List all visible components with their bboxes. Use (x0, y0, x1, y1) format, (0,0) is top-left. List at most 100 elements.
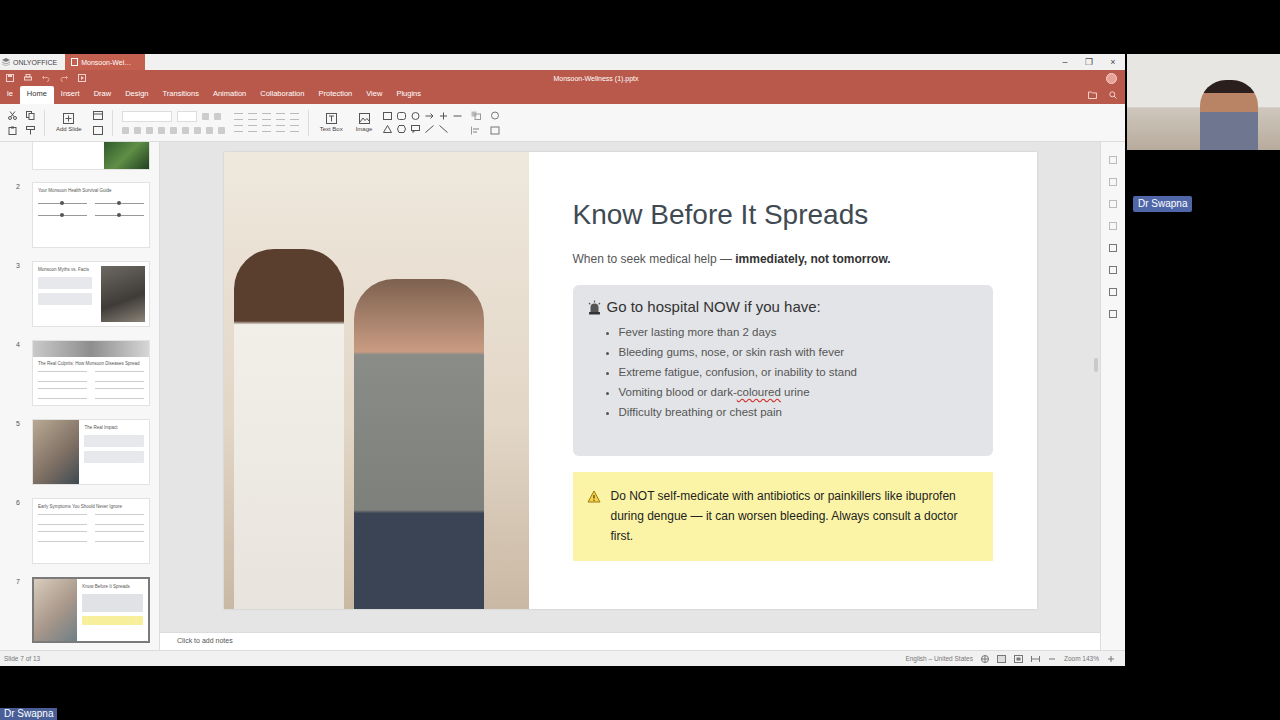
app-tab[interactable]: ONLYOFFICE (0, 54, 65, 70)
paste-icon[interactable] (8, 126, 17, 135)
menu-tab[interactable]: Protection (311, 86, 359, 104)
copy-style-icon[interactable] (26, 126, 35, 135)
settings-icon[interactable] (1109, 222, 1117, 230)
list-icon[interactable] (276, 113, 285, 120)
open-location-icon[interactable] (1088, 91, 1097, 99)
format-icon[interactable] (122, 127, 129, 134)
app-tab[interactable]: Monsoon-Wel… (65, 54, 145, 70)
menu-tab[interactable]: View (359, 86, 389, 104)
format-icon[interactable] (182, 127, 189, 134)
hexagon-shape-icon[interactable] (397, 125, 406, 133)
slide-thumbnail[interactable]: Know Before It Spreads (32, 577, 150, 643)
layout-icon[interactable] (93, 111, 103, 120)
list-icon[interactable] (234, 113, 243, 120)
window-control[interactable]: × (1101, 54, 1125, 70)
slide-thumbnail[interactable]: Your Monsoon Health Survival Guide (32, 182, 150, 248)
slash-shape-icon[interactable] (425, 125, 434, 133)
slide-thumbnail[interactable]: The Real Impact (32, 419, 150, 485)
zoom-in-icon[interactable] (1107, 655, 1115, 663)
fit-slide-icon[interactable] (1014, 655, 1023, 663)
menu-tab[interactable]: Insert (54, 86, 87, 104)
rectangle-shape-icon[interactable] (383, 112, 392, 120)
menu-tab[interactable]: Transitions (156, 86, 206, 104)
user-avatar-icon[interactable] (1106, 73, 1117, 84)
circle-shape-icon[interactable] (411, 112, 420, 120)
print-icon[interactable] (24, 74, 32, 82)
font-name-field[interactable] (122, 111, 172, 122)
list-icon[interactable] (262, 113, 271, 120)
slide-title[interactable]: Know Before It Spreads (573, 199, 993, 231)
format-icon[interactable] (206, 127, 213, 134)
font-size-field[interactable] (177, 111, 197, 122)
format-icon[interactable] (158, 127, 165, 134)
align-shape-icon[interactable] (471, 126, 481, 135)
menu-tab[interactable]: le (0, 86, 20, 104)
align-icon[interactable] (276, 125, 285, 132)
settings-icon[interactable] (1109, 266, 1117, 274)
menu-tab[interactable]: Collaboration (253, 86, 311, 104)
format-icon[interactable] (170, 127, 177, 134)
plus-shape-icon[interactable] (439, 112, 448, 120)
shrink-font-icon[interactable] (214, 113, 221, 120)
theme-icon[interactable] (490, 111, 500, 120)
arrow-shape-icon[interactable] (425, 112, 434, 120)
format-icon[interactable] (218, 127, 225, 134)
window-control[interactable]: ❐ (1077, 54, 1101, 70)
globe-icon[interactable] (981, 655, 989, 663)
color-scheme-icon[interactable] (490, 126, 500, 135)
settings-icon[interactable] (1109, 200, 1117, 208)
slide-thumbnail[interactable]: The Real Culprits: How Monsoon Diseases … (32, 340, 150, 406)
reset-slide-icon[interactable] (93, 126, 103, 135)
add-slide-button[interactable]: Add Slide (54, 113, 84, 133)
cut-icon[interactable] (8, 111, 17, 120)
callout-shape-icon[interactable] (411, 125, 420, 133)
align-icon[interactable] (248, 125, 257, 132)
vertical-scrollbar[interactable] (1094, 358, 1098, 372)
language-indicator[interactable]: English – United States (905, 655, 973, 662)
format-icon[interactable] (134, 127, 141, 134)
settings-icon[interactable] (1109, 310, 1117, 318)
menu-tab[interactable]: Home (20, 86, 54, 104)
menu-tab[interactable]: Design (118, 86, 155, 104)
grow-font-icon[interactable] (202, 113, 209, 120)
menu-tab[interactable]: Draw (87, 86, 119, 104)
rounded-shape-icon[interactable] (397, 112, 406, 120)
hospital-alert-box[interactable]: Go to hospital NOW if you have:Fever las… (573, 285, 993, 456)
zoom-out-icon[interactable] (1048, 655, 1056, 663)
copy-icon[interactable] (26, 111, 35, 120)
menu-tab[interactable]: Plugins (389, 86, 428, 104)
settings-icon[interactable] (1109, 156, 1117, 164)
settings-icon[interactable] (1109, 288, 1117, 296)
format-icon[interactable] (146, 127, 153, 134)
warning-box[interactable]: Do NOT self-medicate with antibiotics or… (573, 472, 993, 561)
settings-icon[interactable] (1109, 178, 1117, 186)
list-icon[interactable] (290, 113, 299, 120)
window-control[interactable]: – (1053, 54, 1077, 70)
redo-icon[interactable] (60, 74, 68, 82)
triangle-shape-icon[interactable] (383, 125, 392, 133)
align-icon[interactable] (262, 125, 271, 132)
list-icon[interactable] (248, 113, 257, 120)
slide-thumbnail[interactable]: Monsoon Myths vs. Facts (32, 261, 150, 327)
align-icon[interactable] (290, 125, 299, 132)
fit-width-icon[interactable] (1031, 655, 1040, 663)
undo-icon[interactable] (42, 74, 50, 82)
format-icon[interactable] (194, 127, 201, 134)
text-box-button[interactable]: Text Box (318, 113, 345, 133)
slide-subtitle[interactable]: When to seek medical help — immediately,… (573, 251, 993, 267)
align-icon[interactable] (234, 125, 243, 132)
slide[interactable]: Know Before It Spreads When to seek medic… (224, 152, 1037, 609)
line-shape-icon[interactable] (453, 112, 462, 120)
slideshow-icon[interactable] (78, 74, 86, 82)
menu-tab[interactable]: Animation (206, 86, 253, 104)
search-icon[interactable] (1109, 91, 1117, 99)
notes-field[interactable]: Click to add notes (160, 632, 1100, 650)
image-button[interactable]: Image (354, 113, 375, 133)
settings-icon[interactable] (1109, 244, 1117, 252)
slide-thumbnail[interactable] (32, 142, 150, 170)
slide-thumbnail[interactable]: Early Symptoms You Should Never Ignore (32, 498, 150, 564)
backslash-shape-icon[interactable] (439, 125, 448, 133)
arrange-icon[interactable] (471, 111, 481, 120)
normal-view-icon[interactable] (997, 655, 1006, 663)
save-icon[interactable] (6, 74, 14, 82)
